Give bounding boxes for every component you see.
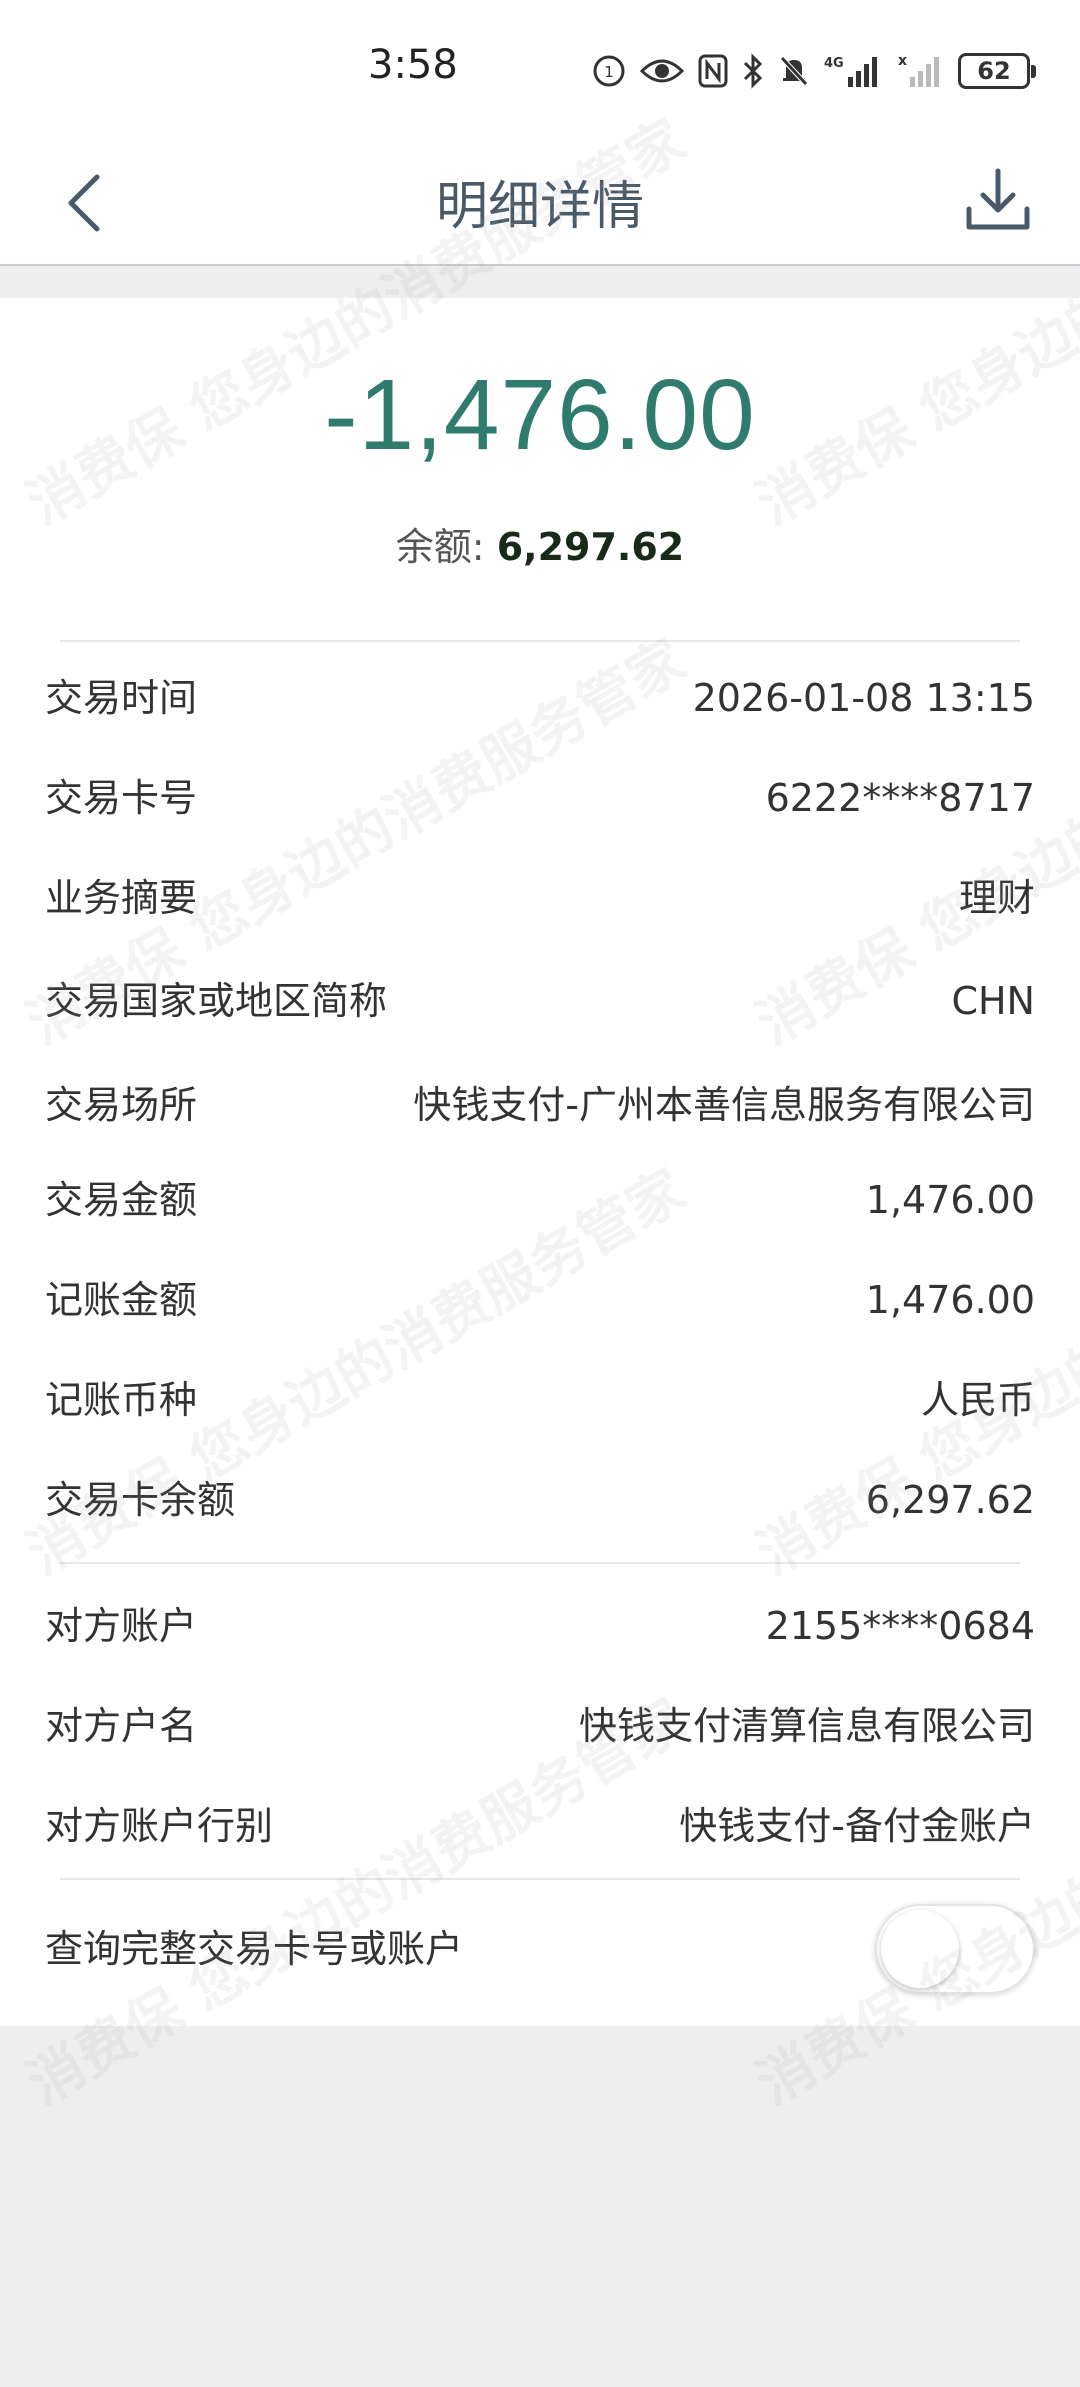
row-label: 记账金额 <box>45 1278 198 1322</box>
bluetooth-icon <box>743 53 763 89</box>
svg-text:x: x <box>898 53 907 69</box>
row-label: 交易场所 <box>45 1083 198 1127</box>
row-label: 交易卡号 <box>45 776 198 820</box>
toggle-knob <box>881 1910 959 1988</box>
divider <box>60 1562 1020 1564</box>
download-button[interactable] <box>958 160 1038 240</box>
detail-row: 交易卡余额 6,297.62 <box>45 1460 1035 1540</box>
transaction-amount: -1,476.00 <box>324 359 756 471</box>
counterparty-row: 对方账户行别 快钱支付-备付金账户 <box>45 1786 1035 1866</box>
row-label: 业务摘要 <box>45 876 198 920</box>
toggle-label: 查询完整交易卡号或账户 <box>45 1927 464 1971</box>
battery-level: 62 <box>977 57 1011 85</box>
hd-call-icon: 1 <box>593 55 625 87</box>
counterparty-row: 对方账户 2155****0684 <box>45 1586 1035 1666</box>
detail-row: 交易场所 快钱支付-广州本善信息服务有限公司 <box>45 1050 1035 1160</box>
download-icon <box>966 168 1030 230</box>
detail-card: -1,476.00 余额: 6,297.62 交易时间 2026-01-08 1… <box>0 298 1080 2026</box>
signal-empty-icon: x <box>898 53 939 87</box>
row-value: 快钱支付-备付金账户 <box>679 1804 1035 1848</box>
row-value: 人民币 <box>920 1378 1035 1422</box>
svg-text:4G: 4G <box>824 56 844 71</box>
status-bar: 3:58 1 4G x 62 <box>0 0 1080 140</box>
row-label: 对方户名 <box>45 1704 198 1748</box>
row-value: 2155****0684 <box>765 1604 1035 1648</box>
battery-icon: 62 <box>958 53 1036 89</box>
svg-text:1: 1 <box>604 63 614 81</box>
balance-line: 余额: 6,297.62 <box>0 516 1080 571</box>
detail-row: 交易卡号 6222****8717 <box>45 758 1035 838</box>
status-time: 3:58 <box>368 42 458 88</box>
status-icons: 1 4G x 62 <box>592 48 1036 94</box>
detail-row: 交易时间 2026-01-08 13:15 <box>45 658 1035 738</box>
row-value: 6222****8717 <box>765 776 1035 820</box>
eye-icon <box>640 59 684 83</box>
row-value: 理财 <box>958 876 1035 920</box>
nfc-icon <box>698 54 728 88</box>
row-value: 6,297.62 <box>865 1478 1035 1522</box>
row-label: 交易国家或地区简称 <box>45 979 388 1023</box>
detail-row: 记账币种 人民币 <box>45 1360 1035 1440</box>
divider <box>60 640 1020 642</box>
page-title: 明细详情 <box>435 177 644 237</box>
row-value: CHN <box>951 979 1035 1023</box>
show-full-number-toggle[interactable] <box>875 1904 1035 1994</box>
row-label: 对方账户行别 <box>45 1804 274 1848</box>
detail-row: 交易国家或地区简称 CHN <box>45 946 1035 1056</box>
balance-value: 6,297.62 <box>496 525 685 569</box>
row-label: 交易卡余额 <box>45 1478 236 1522</box>
row-label: 记账币种 <box>45 1378 198 1422</box>
signal-4g-icon: 4G <box>824 56 877 87</box>
row-value: 2026-01-08 13:15 <box>692 676 1035 720</box>
title-bar: 明细详情 <box>0 140 1080 266</box>
row-label: 交易金额 <box>45 1178 198 1222</box>
counterparty-row: 对方户名 快钱支付清算信息有限公司 <box>45 1686 1035 1766</box>
row-value: 快钱支付清算信息有限公司 <box>578 1704 1035 1748</box>
row-value: 快钱支付-广州本善信息服务有限公司 <box>413 1083 1035 1127</box>
row-label: 对方账户 <box>45 1604 198 1648</box>
mute-bell-icon <box>780 56 808 86</box>
divider <box>60 1878 1020 1880</box>
detail-row: 记账金额 1,476.00 <box>45 1260 1035 1340</box>
detail-row: 业务摘要 理财 <box>45 858 1035 938</box>
row-label: 交易时间 <box>45 676 198 720</box>
balance-label: 余额: <box>395 525 485 569</box>
row-value: 1,476.00 <box>865 1178 1035 1222</box>
row-value: 1,476.00 <box>865 1278 1035 1322</box>
detail-row: 交易金额 1,476.00 <box>45 1160 1035 1240</box>
